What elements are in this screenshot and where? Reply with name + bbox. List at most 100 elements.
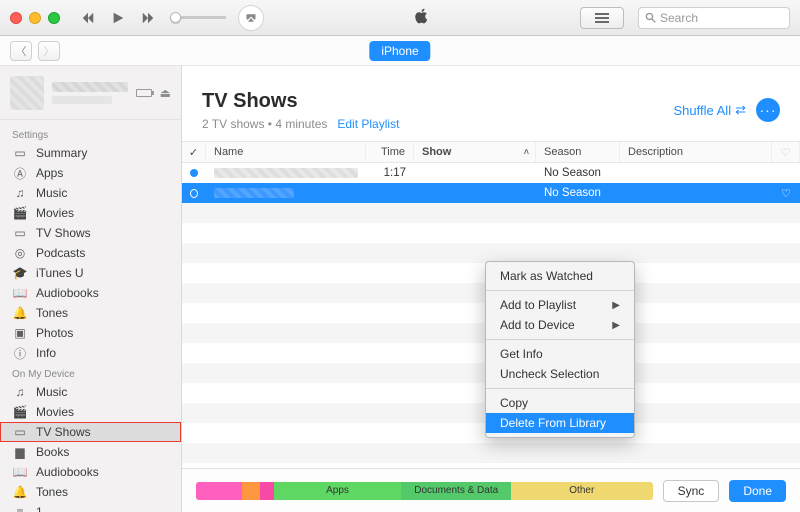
sidebar-item-tones[interactable]: 🔔Tones: [0, 303, 181, 323]
cell-name: [214, 188, 294, 198]
cell-season: No Season: [536, 167, 620, 179]
forward-button[interactable]: 〉: [38, 41, 60, 61]
search-placeholder: Search: [660, 11, 698, 25]
music-icon: ♫: [12, 186, 28, 200]
usage-seg-photos: [260, 482, 274, 500]
volume-slider[interactable]: [170, 16, 226, 19]
tv-icon: ▭: [12, 425, 28, 439]
sidebar-item-summary[interactable]: ▭Summary: [0, 143, 181, 163]
sidebar-device-audiobooks[interactable]: 📖Audiobooks: [0, 462, 181, 482]
col-time[interactable]: Time: [366, 142, 414, 162]
footer-bar: Apps Documents & Data Other Sync Done: [182, 468, 800, 512]
col-description[interactable]: Description: [620, 142, 772, 162]
usage-seg-video: [242, 482, 260, 500]
play-icon[interactable]: [106, 6, 130, 30]
sidebar-item-apps[interactable]: ⒶApps: [0, 163, 181, 183]
sidebar-item-photos[interactable]: ▣Photos: [0, 323, 181, 343]
menu-add-device[interactable]: Add to Device▶: [486, 315, 634, 335]
table-row[interactable]: 1:17 No Season: [182, 163, 800, 183]
sidebar-item-podcasts[interactable]: ◎Podcasts: [0, 243, 181, 263]
device-name: [52, 82, 128, 92]
device-art-icon: [10, 76, 44, 110]
col-name[interactable]: Name: [206, 142, 366, 162]
context-menu[interactable]: Mark as Watched Add to Playlist▶ Add to …: [485, 261, 635, 438]
eject-icon[interactable]: ⏏: [160, 86, 171, 100]
airplay-icon[interactable]: [238, 5, 264, 31]
sidebar: ⏏ Settings ▭Summary ⒶApps ♫Music 🎬Movies…: [0, 66, 182, 512]
col-check[interactable]: ✓: [182, 142, 206, 162]
shuffle-all-button[interactable]: Shuffle All ⇄: [674, 102, 747, 118]
apple-logo-icon: [270, 8, 574, 27]
device-header[interactable]: ⏏: [0, 66, 181, 120]
sidebar-device-music[interactable]: ♫Music: [0, 382, 181, 402]
sync-button[interactable]: Sync: [663, 480, 720, 502]
sidebar-device-movies[interactable]: 🎬Movies: [0, 402, 181, 422]
audiobooks-icon: 📖: [12, 465, 28, 479]
sidebar-item-audiobooks[interactable]: 📖Audiobooks: [0, 283, 181, 303]
storage-usage-bar[interactable]: Apps Documents & Data Other: [196, 482, 653, 500]
next-icon[interactable]: [136, 6, 160, 30]
nav-row: 〈 〉 iPhone: [0, 36, 800, 66]
cell-time: 1:17: [366, 167, 414, 179]
menu-get-info[interactable]: Get Info: [486, 344, 634, 364]
main-pane: TV Shows 2 TV shows • 4 minutes Edit Pla…: [182, 66, 800, 512]
sidebar-device-books[interactable]: ▆Books: [0, 442, 181, 462]
sidebar-item-tvshows[interactable]: ▭TV Shows: [0, 223, 181, 243]
menu-mark-watched[interactable]: Mark as Watched: [486, 266, 634, 286]
zoom-icon[interactable]: [48, 12, 60, 24]
sidebar-item-movies[interactable]: 🎬Movies: [0, 203, 181, 223]
menu-delete[interactable]: Delete From Library: [486, 413, 634, 433]
prev-icon[interactable]: [76, 6, 100, 30]
heart-icon: ♡: [781, 146, 791, 159]
device-capacity: [52, 96, 112, 104]
edit-playlist-link[interactable]: Edit Playlist: [337, 117, 399, 131]
sidebar-item-music[interactable]: ♫Music: [0, 183, 181, 203]
sidebar-device-tones[interactable]: 🔔Tones: [0, 482, 181, 502]
table-row[interactable]: No Season ♡: [182, 183, 800, 203]
col-loved[interactable]: ♡: [772, 142, 800, 162]
menu-copy[interactable]: Copy: [486, 393, 634, 413]
menu-uncheck[interactable]: Uncheck Selection: [486, 364, 634, 384]
movies-icon: 🎬: [12, 405, 28, 419]
list-view-icon[interactable]: [580, 7, 624, 29]
summary-icon: ▭: [12, 146, 28, 160]
cell-name: [214, 168, 358, 178]
page-title: TV Shows: [202, 90, 399, 113]
usage-seg-docs: Documents & Data: [401, 482, 511, 500]
sidebar-item-info[interactable]: ⓘInfo: [0, 343, 181, 363]
done-button[interactable]: Done: [729, 480, 786, 502]
search-input[interactable]: Search: [638, 7, 790, 29]
cell-loved[interactable]: ♡: [772, 187, 800, 200]
info-icon: ⓘ: [12, 346, 28, 360]
unwatched-ring-icon: [190, 189, 198, 198]
search-icon: [645, 12, 656, 23]
audiobooks-icon: 📖: [12, 286, 28, 300]
column-headers[interactable]: ✓ Name Time Show˄ Season Description ♡: [182, 141, 800, 163]
photos-icon: ▣: [12, 326, 28, 340]
window-titlebar: Search: [0, 0, 800, 36]
sidebar-item-itunesu[interactable]: 🎓iTunes U: [0, 263, 181, 283]
minimize-icon[interactable]: [29, 12, 41, 24]
sort-asc-icon: ˄: [524, 147, 529, 157]
back-button[interactable]: 〈: [10, 41, 32, 61]
apps-icon: Ⓐ: [12, 166, 28, 180]
more-options-button[interactable]: ···: [756, 98, 780, 122]
page-subtitle: 2 TV shows • 4 minutes: [202, 117, 327, 131]
close-icon[interactable]: [10, 12, 22, 24]
usage-seg-apps: Apps: [274, 482, 402, 500]
col-show[interactable]: Show˄: [414, 142, 536, 162]
menu-add-playlist[interactable]: Add to Playlist▶: [486, 295, 634, 315]
playlist-icon: ≡: [12, 505, 28, 512]
unwatched-dot-icon: [190, 169, 198, 177]
submenu-arrow-icon: ▶: [612, 320, 620, 331]
cell-season: No Season: [536, 187, 620, 199]
content-header: TV Shows 2 TV shows • 4 minutes Edit Pla…: [182, 66, 800, 141]
books-icon: ▆: [12, 445, 28, 459]
sidebar-device-playlist-1[interactable]: ≡1: [0, 502, 181, 512]
shuffle-icon: ⇄: [735, 102, 746, 118]
col-season[interactable]: Season: [536, 142, 620, 162]
device-pill[interactable]: iPhone: [369, 41, 430, 61]
tones-icon: 🔔: [12, 306, 28, 320]
usage-seg-other: Other: [511, 482, 653, 500]
sidebar-device-tvshows[interactable]: ▭TV Shows: [0, 422, 181, 442]
